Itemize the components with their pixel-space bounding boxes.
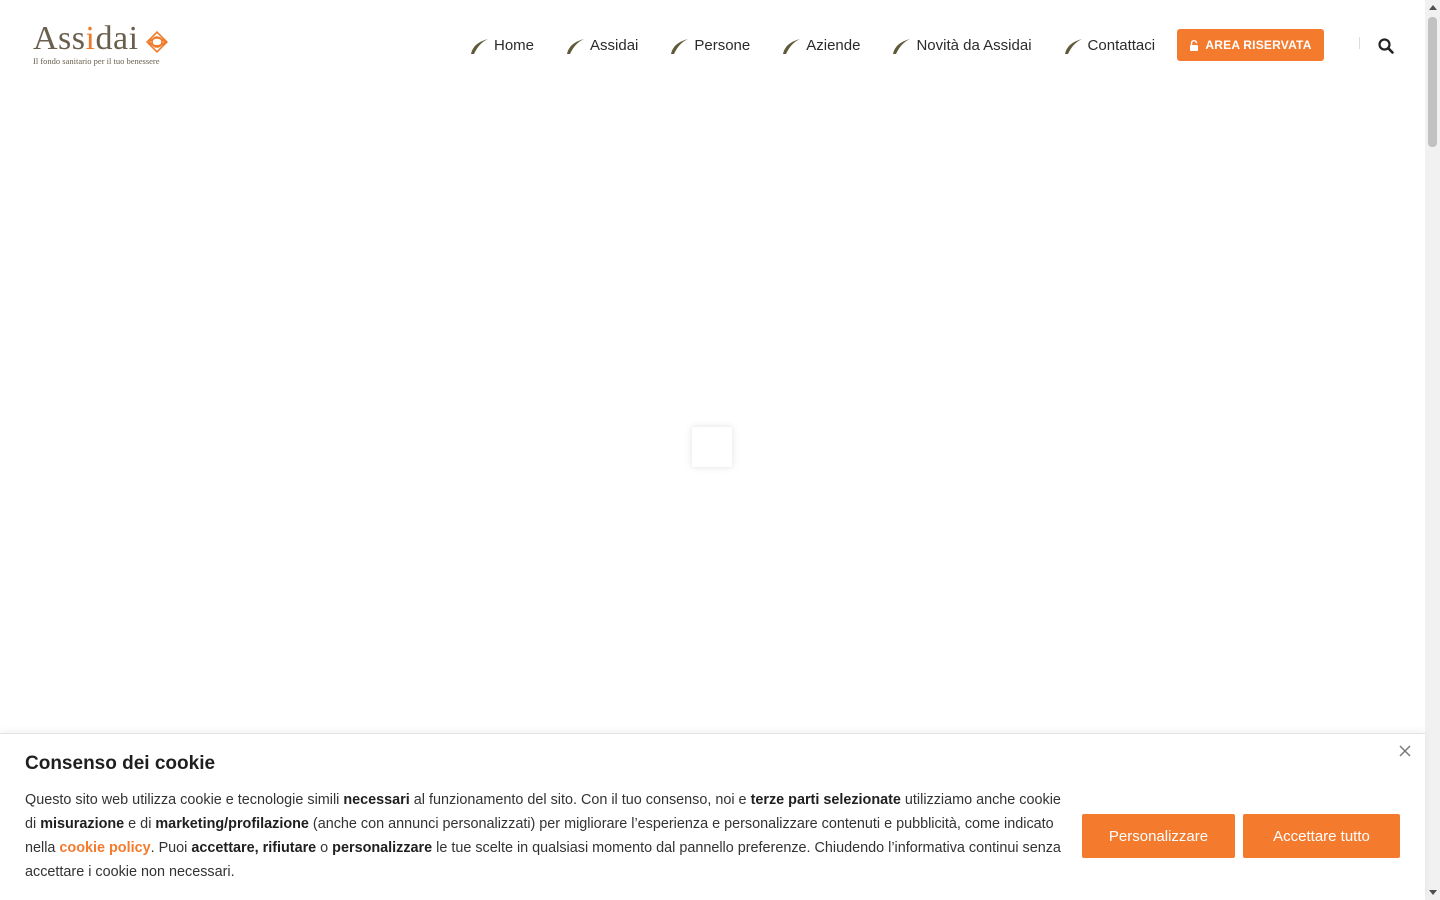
nav-item-label: Home	[494, 36, 535, 54]
nav-item-contattaci[interactable]: Contattaci	[1062, 34, 1156, 56]
leaf-icon	[564, 34, 586, 56]
scroll-up-arrow-icon[interactable]	[1429, 5, 1437, 10]
nav-item-persone[interactable]: Persone	[668, 34, 750, 56]
nav-item-label: Persone	[694, 36, 751, 54]
customize-button[interactable]: Personalizzare	[1082, 814, 1235, 858]
header-divider	[1359, 37, 1360, 49]
close-icon[interactable]	[1398, 744, 1412, 758]
site-header: Assidai Il fondo sanitario per il tuo be…	[0, 0, 1425, 90]
cookie-consent-banner: Consenso dei cookie Questo sito web util…	[0, 733, 1425, 900]
scroll-thumb[interactable]	[1428, 17, 1437, 147]
scroll-down-arrow-icon[interactable]	[1429, 890, 1437, 895]
nav-item-label: Novità da Assidai	[916, 36, 1032, 54]
nav-item-home[interactable]: Home	[468, 34, 534, 56]
page-scrollbar[interactable]	[1425, 0, 1440, 900]
nav-item-aziende[interactable]: Aziende	[780, 34, 860, 56]
leaf-icon	[1062, 34, 1084, 56]
lock-icon	[1190, 39, 1199, 51]
logo-tagline: Il fondo sanitario per il tuo benessere	[33, 56, 160, 66]
nav-item-novita[interactable]: Novità da Assidai	[890, 34, 1032, 56]
assidai-logo[interactable]: Assidai Il fondo sanitario per il tuo be…	[33, 14, 173, 68]
logo-knot-icon	[145, 30, 169, 54]
page-loader	[692, 427, 732, 467]
leaf-icon	[468, 34, 490, 56]
accept-all-button[interactable]: Accettare tutto	[1243, 814, 1400, 858]
logo-wordmark: Assidai	[33, 20, 139, 57]
leaf-icon	[780, 34, 802, 56]
search-icon[interactable]	[1377, 37, 1395, 55]
nav-item-label: Aziende	[806, 36, 861, 54]
nav-item-label: Contattaci	[1087, 36, 1156, 54]
cookie-title: Consenso dei cookie	[25, 753, 216, 774]
cookie-description: Questo sito web utilizza cookie e tecnol…	[25, 792, 1061, 880]
nav-item-label: Assidai	[590, 36, 639, 54]
nav-item-assidai[interactable]: Assidai	[564, 34, 638, 56]
leaf-icon	[890, 34, 912, 56]
leaf-icon	[668, 34, 690, 56]
main-nav: Home Assidai Persone Aziende Novità da A…	[468, 30, 1185, 60]
cookie-policy-link[interactable]: cookie policy	[59, 840, 150, 856]
area-riservata-label: AREA RISERVATA	[1205, 38, 1312, 52]
area-riservata-button[interactable]: AREA RISERVATA	[1177, 29, 1324, 61]
